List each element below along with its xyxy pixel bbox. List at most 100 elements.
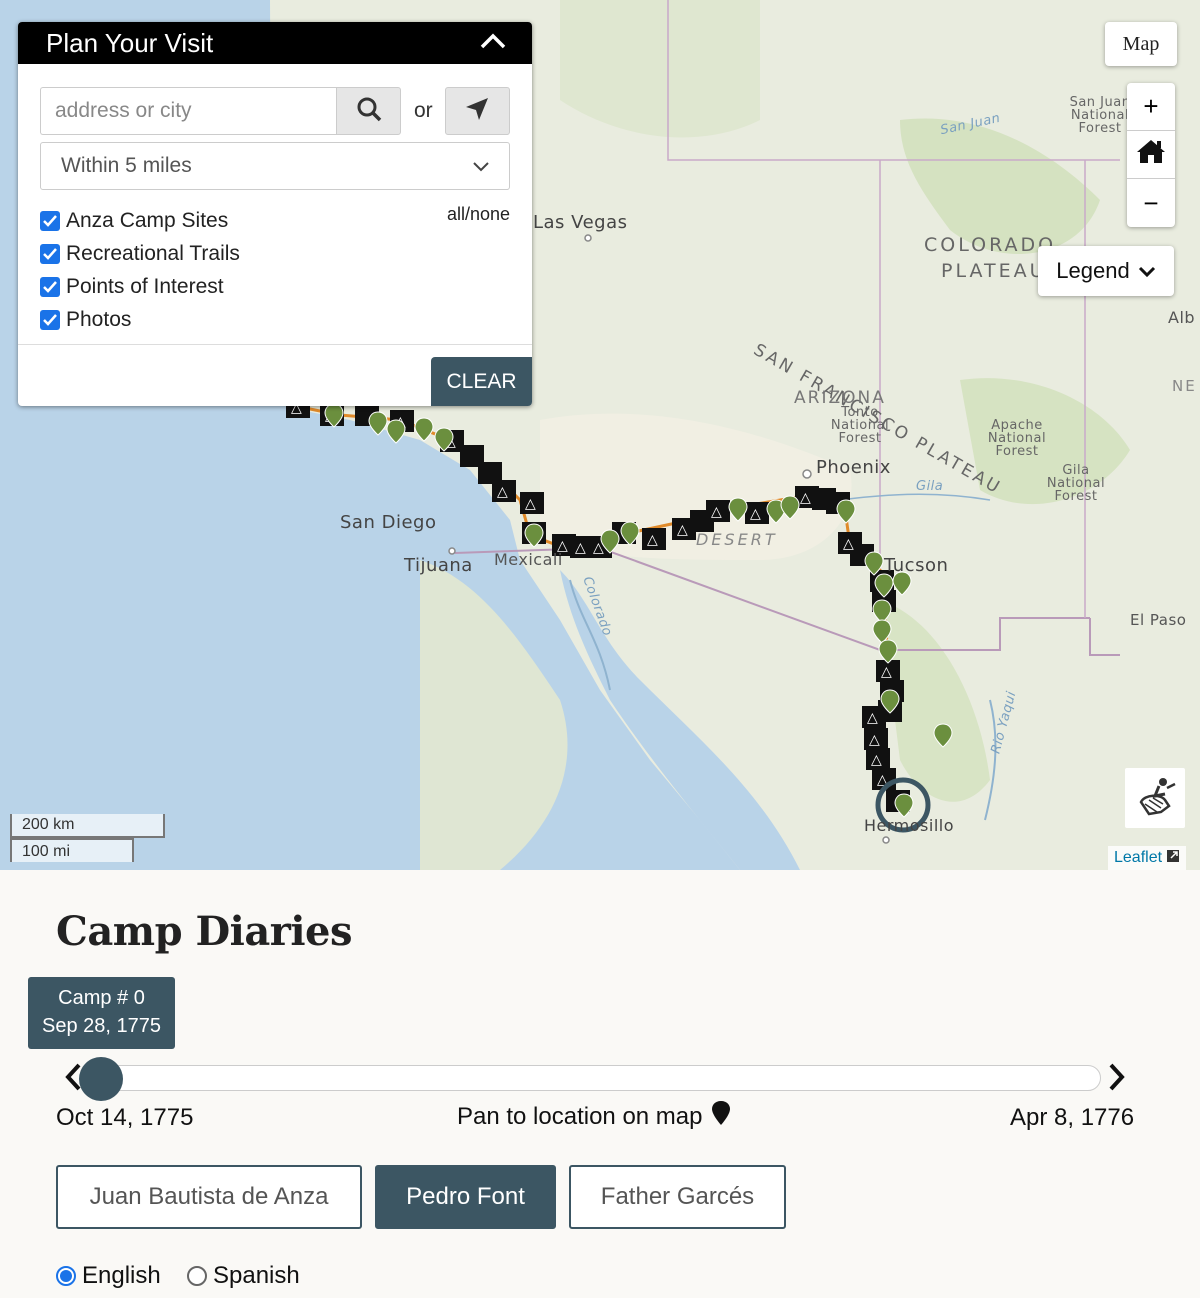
- radio-selected-icon[interactable]: [56, 1266, 76, 1286]
- map-attribution[interactable]: Leaflet: [1108, 846, 1187, 870]
- language-label: Spanish: [213, 1262, 300, 1289]
- radius-select[interactable]: Within 5 miles: [40, 142, 510, 190]
- map-label-las-vegas: Las Vegas: [533, 212, 628, 233]
- svg-text:△: △: [647, 532, 658, 548]
- svg-text:△: △: [843, 536, 854, 552]
- checkbox-checked-icon[interactable]: [40, 210, 60, 231]
- legend-button[interactable]: Legend: [1038, 246, 1174, 296]
- map-label-phoenix: Phoenix: [816, 457, 891, 478]
- radius-select-value: Within 5 miles: [61, 154, 192, 177]
- layer-label: Photos: [66, 307, 132, 331]
- map-label-gila-forest: Gila National Forest: [1046, 463, 1106, 504]
- layer-checkbox-trails[interactable]: Recreational Trails: [40, 237, 240, 270]
- svg-text:△: △: [750, 506, 761, 522]
- location-arrow-icon: [464, 96, 490, 127]
- layer-checklist: Anza Camp Sites Recreational Trails Poin…: [40, 204, 240, 336]
- svg-text:△: △: [869, 732, 880, 748]
- map-label-plateau: PLATEAU: [941, 260, 1047, 282]
- diarist-button-font[interactable]: Pedro Font: [375, 1165, 556, 1229]
- svg-text:△: △: [881, 664, 892, 680]
- plan-your-visit-panel: Plan Your Visit address or city or Withi…: [18, 22, 532, 406]
- language-label: English: [82, 1262, 161, 1289]
- tooltip-camp-date: Sep 28, 1775: [42, 1015, 161, 1037]
- checkbox-checked-icon[interactable]: [40, 276, 60, 297]
- map[interactable]: △△△ △△△ △△△ △△△ △△△ △△△ △△: [0, 0, 1200, 870]
- svg-text:△: △: [867, 710, 878, 726]
- slider-start-date: Oct 14, 1775: [56, 1104, 194, 1131]
- home-icon: [1136, 138, 1166, 171]
- diarist-button-garces[interactable]: Father Garcés: [569, 1165, 786, 1229]
- zoom-out-button[interactable]: −: [1127, 179, 1175, 227]
- slider-tooltip: Camp # 0 Sep 28, 1775: [28, 977, 175, 1049]
- language-option-spanish[interactable]: Spanish: [187, 1262, 300, 1290]
- map-label-hermosillo: Hermosillo: [864, 816, 955, 835]
- scale-metric: 200 km: [10, 814, 165, 838]
- layer-checkbox-camp-sites[interactable]: Anza Camp Sites: [40, 204, 240, 237]
- map-label-san-diego: San Diego: [340, 512, 437, 533]
- chevron-down-icon: [473, 154, 489, 178]
- map-label-gila-river: Gila: [916, 479, 944, 494]
- home-button[interactable]: [1127, 131, 1175, 179]
- checkbox-checked-icon[interactable]: [40, 309, 60, 330]
- svg-text:△: △: [800, 490, 811, 506]
- checkbox-checked-icon[interactable]: [40, 243, 60, 264]
- map-label-albuquerque: Alb: [1168, 308, 1196, 327]
- tooltip-camp-number: Camp # 0: [58, 987, 145, 1009]
- horse-rider-icon: [1131, 772, 1179, 825]
- camp-slider-thumb[interactable]: [79, 1057, 123, 1101]
- section-title: Camp Diaries: [56, 908, 353, 955]
- svg-text:△: △: [575, 540, 586, 556]
- layer-label: Anza Camp Sites: [66, 208, 229, 232]
- layer-label: Recreational Trails: [66, 241, 240, 265]
- svg-text:△: △: [677, 522, 688, 538]
- locate-me-button[interactable]: [444, 87, 510, 135]
- map-label-nm: NE: [1172, 377, 1197, 395]
- plan-panel-title: Plan Your Visit: [46, 27, 214, 58]
- all-none-toggle[interactable]: all/none: [447, 204, 510, 225]
- map-label-tucson: Tucson: [884, 555, 949, 576]
- map-label-colorado-plateau: COLORADO: [924, 234, 1057, 256]
- layer-checkbox-photos[interactable]: Photos: [40, 303, 240, 336]
- map-label-el-paso: El Paso: [1130, 611, 1187, 629]
- zoom-in-button[interactable]: +: [1127, 83, 1175, 131]
- or-label: or: [414, 99, 433, 122]
- next-camp-button[interactable]: [1108, 1062, 1126, 1097]
- slider-end-date: Apr 8, 1776: [1010, 1104, 1135, 1131]
- map-label-tijuana: Tijuana: [404, 555, 473, 576]
- svg-text:△: △: [525, 496, 536, 512]
- panel-divider: [18, 344, 532, 345]
- attribution-link[interactable]: Leaflet: [1114, 849, 1162, 867]
- map-label-desert: DESERT: [696, 530, 778, 549]
- radio-unselected-icon[interactable]: [187, 1266, 207, 1286]
- chevron-up-icon[interactable]: [480, 33, 506, 54]
- layer-label: Points of Interest: [66, 274, 224, 298]
- legend-label: Legend: [1056, 258, 1130, 283]
- svg-text:△: △: [497, 484, 508, 500]
- camp-slider-track[interactable]: [86, 1065, 1101, 1091]
- rider-icon-button[interactable]: [1125, 768, 1185, 828]
- map-label-apache: Apache National Forest: [987, 418, 1047, 459]
- basemap-toggle-button[interactable]: Map: [1105, 22, 1177, 66]
- pan-to-location-link[interactable]: Pan to location on map: [457, 1100, 731, 1133]
- pan-label: Pan to location on map: [457, 1102, 703, 1130]
- chevron-down-icon: [1138, 258, 1156, 284]
- clear-button[interactable]: CLEAR: [431, 357, 532, 406]
- language-option-english[interactable]: English: [56, 1262, 161, 1290]
- map-label-tonto: Tonto National Forest: [830, 405, 890, 446]
- svg-text:△: △: [711, 504, 722, 520]
- plan-panel-header[interactable]: Plan Your Visit: [18, 22, 532, 64]
- chevron-right-icon: [1108, 1063, 1126, 1096]
- map-scale: 200 km 100 mi: [10, 814, 165, 862]
- map-label-san-juan-forest: San Juan National Forest: [1069, 95, 1131, 136]
- address-input[interactable]: address or city: [40, 87, 336, 135]
- search-icon: [356, 96, 382, 127]
- scale-imperial: 100 mi: [10, 838, 134, 862]
- external-link-icon: [1166, 849, 1180, 868]
- search-button[interactable]: [336, 87, 401, 135]
- map-label-mexicali: Mexicali: [494, 550, 563, 569]
- zoom-control: + −: [1127, 83, 1175, 227]
- map-pin-icon: [711, 1100, 731, 1133]
- layer-checkbox-poi[interactable]: Points of Interest: [40, 270, 240, 303]
- svg-text:△: △: [871, 752, 882, 768]
- diarist-button-anza[interactable]: Juan Bautista de Anza: [56, 1165, 362, 1229]
